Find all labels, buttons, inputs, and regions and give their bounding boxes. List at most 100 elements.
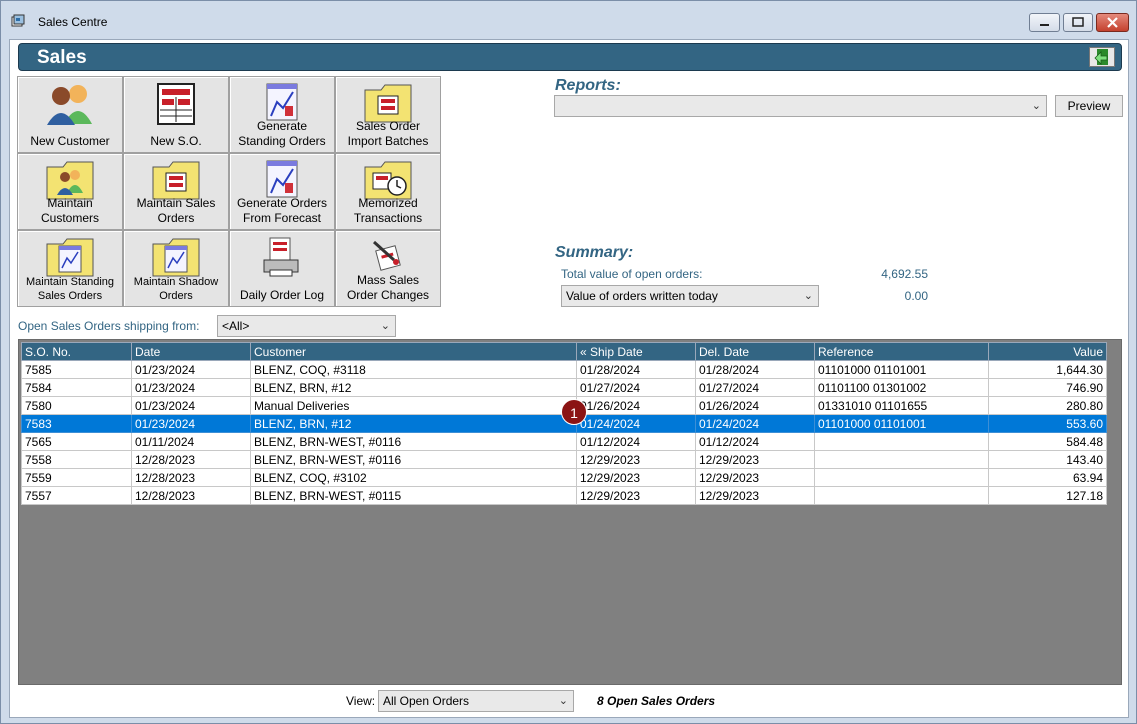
minimize-button[interactable] bbox=[1029, 13, 1060, 32]
table-row[interactable]: 7558 12/28/2023 BLENZ, BRN-WEST, #0116 1… bbox=[21, 450, 1107, 469]
cell-so-no: 7580 bbox=[21, 396, 132, 415]
tile-label: Maintain Sales Orders bbox=[136, 196, 216, 225]
cell-value: 127.18 bbox=[988, 486, 1107, 505]
cell-so-no: 7557 bbox=[21, 486, 132, 505]
window-title: Sales Centre bbox=[38, 15, 108, 29]
cell-del-date: 01/24/2024 bbox=[695, 414, 815, 433]
order-count-text: 8 Open Sales Orders bbox=[597, 694, 716, 708]
cell-customer: Manual Deliveries bbox=[250, 396, 577, 415]
close-icon bbox=[1107, 17, 1118, 28]
table-row[interactable]: 7585 01/23/2024 BLENZ, COQ, #3118 01/28/… bbox=[21, 360, 1107, 379]
cell-value: 1,644.30 bbox=[988, 360, 1107, 379]
cell-so-no: 7558 bbox=[21, 450, 132, 469]
cell-customer: BLENZ, COQ, #3118 bbox=[250, 360, 577, 379]
cell-date: 01/23/2024 bbox=[131, 378, 251, 397]
today-orders-value: 0.00 bbox=[904, 289, 928, 303]
people-icon bbox=[47, 85, 92, 125]
shipping-from-select[interactable]: <All> ⌄ bbox=[217, 315, 396, 337]
exit-arrow-icon bbox=[1094, 49, 1108, 65]
table-row[interactable]: 7557 12/28/2023 BLENZ, BRN-WEST, #0115 1… bbox=[21, 486, 1107, 505]
cell-del-date: 01/27/2024 bbox=[695, 378, 815, 397]
cell-del-date: 01/28/2024 bbox=[695, 360, 815, 379]
close-button[interactable] bbox=[1096, 13, 1129, 32]
cell-so-no: 7585 bbox=[21, 360, 132, 379]
table-header-row: S.O. No. Date Customer « Ship Date Del. … bbox=[21, 342, 1107, 361]
tile-label: Daily Order Log bbox=[239, 288, 325, 302]
table-row[interactable]: 7584 01/23/2024 BLENZ, BRN, #12 01/27/20… bbox=[21, 378, 1107, 397]
cell-customer: BLENZ, BRN, #12 bbox=[250, 378, 577, 397]
table-row[interactable]: 7565 01/11/2024 BLENZ, BRN-WEST, #0116 0… bbox=[21, 432, 1107, 451]
document-chart-icon bbox=[266, 83, 298, 121]
memorized-transactions-tile[interactable]: Memorized Transactions bbox=[335, 153, 441, 230]
generate-orders-from-forecast-tile[interactable]: Generate Orders From Forecast bbox=[229, 153, 335, 230]
folder-form-icon bbox=[152, 161, 200, 200]
cell-ship-date: 01/28/2024 bbox=[576, 360, 696, 379]
cell-date: 01/23/2024 bbox=[131, 360, 251, 379]
orders-table: S.O. No. Date Customer « Ship Date Del. … bbox=[21, 342, 1107, 505]
cell-date: 01/23/2024 bbox=[131, 396, 251, 415]
cell-so-no: 7584 bbox=[21, 378, 132, 397]
maximize-button[interactable] bbox=[1063, 13, 1093, 32]
shipping-from-label: Open Sales Orders shipping from: bbox=[18, 319, 200, 333]
mass-sales-order-changes-tile[interactable]: Mass Sales Order Changes bbox=[335, 230, 441, 307]
new-customer-tile[interactable]: New Customer bbox=[17, 76, 123, 153]
chevron-down-icon: ⌄ bbox=[1031, 100, 1041, 112]
tile-label: New Customer bbox=[30, 134, 110, 148]
summary-metric-value: Value of orders written today bbox=[566, 289, 718, 303]
page-title: Sales bbox=[37, 47, 87, 68]
cell-ship-date: 12/29/2023 bbox=[576, 468, 696, 487]
cell-del-date: 12/29/2023 bbox=[695, 468, 815, 487]
exit-button[interactable] bbox=[1089, 47, 1115, 67]
folder-people-icon bbox=[46, 161, 94, 200]
maintain-shadow-orders-tile[interactable]: Maintain Shadow Orders bbox=[123, 230, 229, 307]
column-ship-date[interactable]: « Ship Date bbox=[576, 342, 696, 361]
daily-order-log-tile[interactable]: Daily Order Log bbox=[229, 230, 335, 307]
folder-document-icon bbox=[46, 238, 94, 277]
generate-standing-orders-tile[interactable]: Generate Standing Orders bbox=[229, 76, 335, 153]
chevron-down-icon: ⌄ bbox=[803, 290, 813, 302]
preview-button[interactable]: Preview bbox=[1055, 95, 1123, 117]
folder-document-icon bbox=[152, 238, 200, 277]
tile-label: Mass Sales Order Changes bbox=[346, 273, 430, 302]
tile-label: Maintain Standing Sales Orders bbox=[25, 276, 115, 302]
cell-value: 143.40 bbox=[988, 450, 1107, 469]
cell-customer: BLENZ, BRN-WEST, #0116 bbox=[250, 450, 577, 469]
cell-value: 63.94 bbox=[988, 468, 1107, 487]
cell-reference bbox=[814, 450, 989, 469]
cell-del-date: 12/29/2023 bbox=[695, 486, 815, 505]
maintain-customers-tile[interactable]: Maintain Customers bbox=[17, 153, 123, 230]
view-label: View: bbox=[346, 694, 376, 708]
open-orders-label: Total value of open orders: bbox=[561, 267, 703, 281]
column-date[interactable]: Date bbox=[131, 342, 251, 361]
sales-order-import-batches-tile[interactable]: Sales Order Import Batches bbox=[335, 76, 441, 153]
printer-log-icon bbox=[263, 237, 299, 277]
maximize-icon bbox=[1072, 17, 1084, 27]
column-reference[interactable]: Reference bbox=[814, 342, 989, 361]
action-tiles: New Customer New S.O. Generate Standing … bbox=[17, 76, 442, 308]
cell-date: 12/28/2023 bbox=[131, 486, 251, 505]
new-so-tile[interactable]: New S.O. bbox=[123, 76, 229, 153]
cell-so-no: 7565 bbox=[21, 432, 132, 451]
column-value[interactable]: Value bbox=[988, 342, 1107, 361]
orders-grid-area: S.O. No. Date Customer « Ship Date Del. … bbox=[18, 339, 1122, 685]
folder-form-icon bbox=[364, 84, 412, 123]
cell-ship-date: 01/26/2024 bbox=[576, 396, 696, 415]
maintain-sales-orders-tile[interactable]: Maintain Sales Orders bbox=[123, 153, 229, 230]
document-chart-icon bbox=[266, 160, 298, 198]
column-customer[interactable]: Customer bbox=[250, 342, 577, 361]
cell-del-date: 01/12/2024 bbox=[695, 432, 815, 451]
summary-metric-select[interactable]: Value of orders written today ⌄ bbox=[561, 285, 819, 307]
view-select[interactable]: All Open Orders ⌄ bbox=[378, 690, 574, 712]
maintain-standing-sales-orders-tile[interactable]: Maintain Standing Sales Orders bbox=[17, 230, 123, 307]
column-del-date[interactable]: Del. Date bbox=[695, 342, 815, 361]
cell-so-no: 7559 bbox=[21, 468, 132, 487]
reports-select[interactable]: ⌄ bbox=[554, 95, 1047, 117]
table-row[interactable]: 7559 12/28/2023 BLENZ, COQ, #3102 12/29/… bbox=[21, 468, 1107, 487]
cell-customer: BLENZ, COQ, #3102 bbox=[250, 468, 577, 487]
chevron-down-icon: ⌄ bbox=[558, 695, 568, 707]
cell-reference bbox=[814, 432, 989, 451]
column-so-no[interactable]: S.O. No. bbox=[21, 342, 132, 361]
cell-value: 584.48 bbox=[988, 432, 1107, 451]
cell-date: 01/11/2024 bbox=[131, 432, 251, 451]
cell-ship-date: 12/29/2023 bbox=[576, 450, 696, 469]
